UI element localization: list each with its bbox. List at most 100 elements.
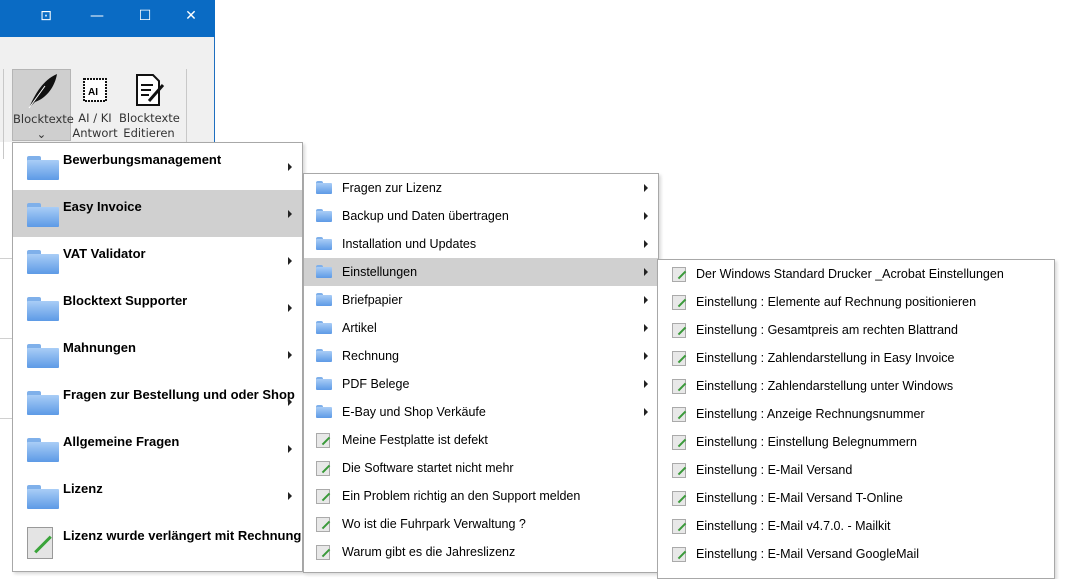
menu-item[interactable]: E-Bay und Shop Verkäufe [304,398,658,426]
menu-item[interactable]: Lizenz [13,472,302,519]
text-document-icon [672,379,686,394]
menu-item-label: Easy Invoice [63,199,142,214]
folder-icon [27,438,59,462]
menu-item[interactable]: Der Windows Standard Drucker _Acrobat Ei… [658,260,1054,288]
menu-item-label: Einstellung : E-Mail Versand T-Online [696,491,903,505]
folder-icon [316,209,332,222]
folder-icon [27,485,59,509]
menu-item-label: Mahnungen [63,340,136,355]
menu-item[interactable]: Einstellungen [304,258,658,286]
text-document-icon [672,407,686,422]
folder-icon [316,237,332,250]
submenu-arrow-icon [644,296,648,304]
menu-item[interactable]: Ein Problem richtig an den Support melde… [304,482,658,510]
category-menu: Bewerbungsmanagement Easy Invoice VAT Vali… [12,142,303,572]
menu-item-label: Einstellung : Zahlendarstellung in Easy … [696,351,955,365]
menu-item[interactable]: Einstellung : Gesamtpreis am rechten Bla… [658,316,1054,344]
submenu-arrow-icon [644,268,648,276]
menu-item[interactable]: Blocktext Supporter [13,284,302,331]
menu-item[interactable]: Fragen zur Bestellung und oder Shop [13,378,302,425]
submenu-arrow-icon [644,408,648,416]
menu-item[interactable]: Einstellung : Einstellung Belegnummern [658,428,1054,456]
menu-item-label: Einstellung : Anzeige Rechnungsnummer [696,407,925,421]
menu-item-label: Wo ist die Fuhrpark Verwaltung ? [342,517,526,531]
menu-item[interactable]: Einstellung : E-Mail v4.7.0. - Mailkit [658,512,1054,540]
folder-icon [27,250,59,274]
menu-item[interactable]: Easy Invoice [13,190,302,237]
text-document-icon [672,323,686,338]
menu-item[interactable]: PDF Belege [304,370,658,398]
menu-item-label: Rechnung [342,349,399,363]
edit-blocktexte-button[interactable]: Blocktexte Editieren [119,69,180,141]
menu-item[interactable]: Lizenz wurde verlängert mit Rechnung [13,519,302,566]
menu-item-label: Die Software startet nicht mehr [342,461,514,475]
ai-answer-button[interactable]: AI AI / KI Antwort [72,69,118,141]
folder-icon [316,405,332,418]
menu-item-label: Einstellung : E-Mail v4.7.0. - Mailkit [696,519,891,533]
menu-item-label: Warum gibt es die Jahreslizenz [342,545,516,559]
folder-icon [27,391,59,415]
menu-item[interactable]: Allgemeine Fragen [13,425,302,472]
menu-item-label: Fragen zur Bestellung und oder Shop [63,387,295,402]
menu-item-label: Der Windows Standard Drucker _Acrobat Ei… [696,267,1004,281]
folder-icon [27,297,59,321]
text-document-icon [672,491,686,506]
minimize-button[interactable]: — [85,8,109,24]
menu-item[interactable]: Einstellung : E-Mail Versand T-Online [658,484,1054,512]
maximize-button[interactable]: ☐ [133,8,157,24]
menu-item[interactable]: Fragen zur Lizenz [304,174,658,202]
menu-item[interactable]: Backup und Daten übertragen [304,202,658,230]
text-document-icon [672,519,686,534]
edit-label-2: Editieren [123,126,175,140]
menu-item[interactable]: Einstellung : Anzeige Rechnungsnummer [658,400,1054,428]
menu-item[interactable]: Rechnung [304,342,658,370]
menu-item-label: E-Bay und Shop Verkäufe [342,405,486,419]
menu-item[interactable]: Einstellung : E-Mail Versand GoogleMail [658,540,1054,568]
folder-icon [316,265,332,278]
menu-item[interactable]: Einstellung : E-Mail Versand [658,456,1054,484]
menu-item-label: Einstellung : E-Mail Versand [696,463,853,477]
menu-item[interactable]: Briefpapier [304,286,658,314]
submenu-arrow-icon [644,184,648,192]
menu-item[interactable]: Warum gibt es die Jahreslizenz [304,538,658,566]
text-document-icon [672,267,686,282]
text-document-icon [316,433,330,448]
menu-item[interactable]: Artikel [304,314,658,342]
menu-item-label: Artikel [342,321,377,335]
menu-item[interactable]: Einstellung : Zahlendarstellung unter Wi… [658,372,1054,400]
submenu-arrow-icon [288,445,292,453]
submenu-arrow-icon [288,163,292,171]
menu-item[interactable]: Die Software startet nicht mehr [304,454,658,482]
blocktexte-button[interactable]: Blocktexte ⌄ [12,69,74,141]
menu-item[interactable]: Installation und Updates [304,230,658,258]
submenu-arrow-icon [288,210,292,218]
ai-chip-icon: AI [72,69,118,111]
menu-item[interactable]: VAT Validator [13,237,302,284]
menu-item-label: Installation und Updates [342,237,477,251]
app-window: ⊡ — ☐ ✕ Blocktexte ⌄ AI AI / KI Antwort … [0,0,215,159]
folder-icon [316,349,332,362]
menu-item[interactable]: Bewerbungsmanagement [13,143,302,190]
svg-text:AI: AI [88,87,98,98]
menu-item[interactable]: Einstellung : Zahlendarstellung in Easy … [658,344,1054,372]
menu-item[interactable]: Einstellung : Elemente auf Rechnung posi… [658,288,1054,316]
folder-icon [27,156,59,180]
submenu-arrow-icon [644,324,648,332]
ai-label: AI / KI [78,111,112,125]
menu-item-label: Meine Festplatte ist defekt [342,433,488,447]
menu-item[interactable]: Mahnungen [13,331,302,378]
feather-icon [13,70,70,112]
edit-document-icon [119,69,179,111]
close-button[interactable]: ✕ [179,8,203,24]
menu-item-label: Ein Problem richtig an den Support melde… [342,489,581,503]
submenu-arrow-icon [288,304,292,312]
text-document-icon [672,351,686,366]
menu-item[interactable]: Wo ist die Fuhrpark Verwaltung ? [304,510,658,538]
text-document-icon [316,517,330,532]
menu-item-label: VAT Validator [63,246,146,261]
submenu-arrow-icon [644,212,648,220]
restore-tray-icon[interactable]: ⊡ [34,8,58,24]
menu-item-label: Bewerbungsmanagement [63,152,222,167]
submenu-arrow-icon [288,492,292,500]
menu-item[interactable]: Meine Festplatte ist defekt [304,426,658,454]
